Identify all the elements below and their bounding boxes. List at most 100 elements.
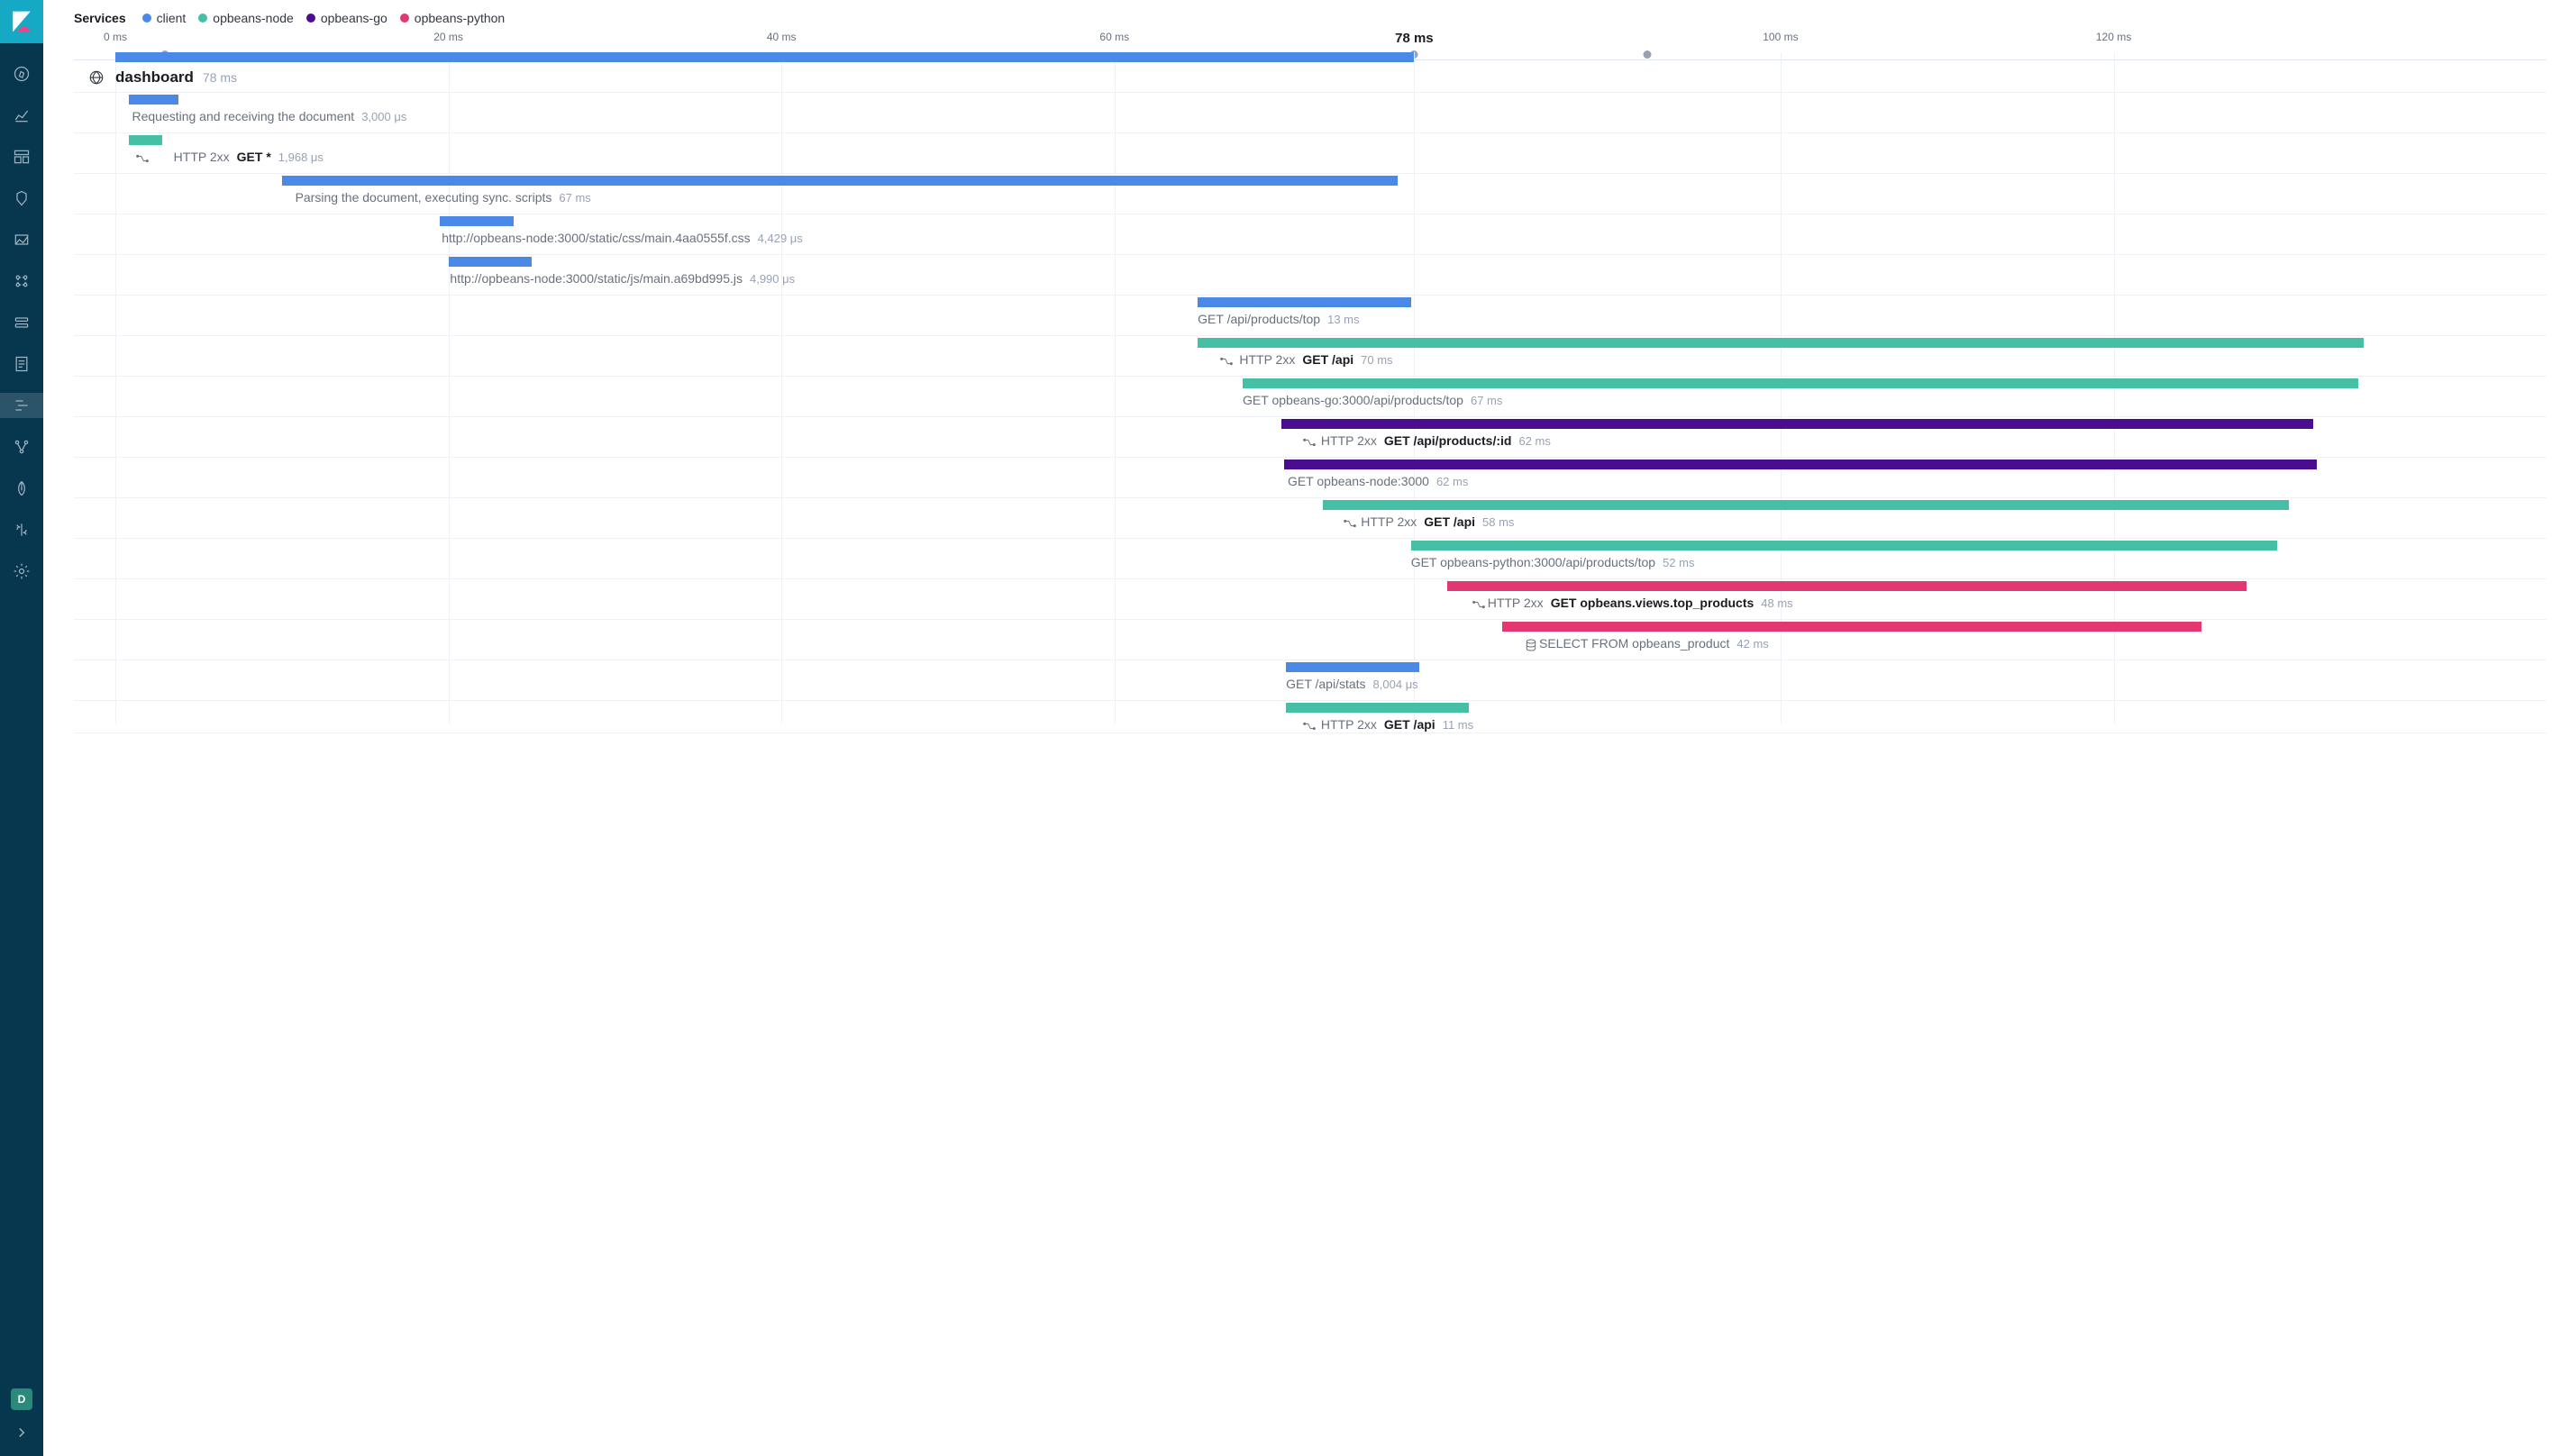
span-bar [1502, 622, 2201, 632]
legend-item-opbeans-node[interactable]: opbeans-node [198, 11, 294, 25]
span-label: Parsing the document, executing sync. sc… [296, 190, 591, 205]
span-name: GET /api [1302, 352, 1353, 367]
span-row[interactable]: HTTP 2xxGET /api11 ms [74, 701, 2547, 733]
span-label: http://opbeans-node:3000/static/css/main… [442, 231, 803, 245]
span-bar [440, 216, 513, 226]
sidebar-item-ml[interactable] [0, 268, 43, 294]
span-bar [282, 176, 1398, 186]
main-content: Services client opbeans-node opbeans-go opb… [43, 0, 2561, 769]
span-duration: 62 ms [1518, 434, 1550, 448]
span-label: HTTP 2xxGET opbeans.views.top_products48… [1488, 596, 1793, 610]
span-name: GET opbeans-node:3000 [1288, 474, 1429, 488]
transaction-title-row[interactable]: dashboard 78 ms [74, 62, 2547, 93]
sidebar-item-management[interactable] [0, 559, 43, 584]
span-bar [1447, 581, 2247, 591]
span-duration: 67 ms [559, 191, 590, 205]
span-duration: 4,990 μs [750, 272, 795, 286]
sidebar-item-maps[interactable] [0, 227, 43, 252]
globe-icon [88, 69, 105, 86]
http-status: HTTP 2xx [174, 150, 230, 164]
span-row[interactable]: HTTP 2xxGET /api58 ms [74, 498, 2547, 539]
span-bar [129, 135, 162, 145]
http-status: HTTP 2xx [1239, 352, 1295, 367]
sidebar-item-visualize[interactable] [0, 103, 43, 128]
span-label: HTTP 2xx GET * 1,968 μs [174, 150, 324, 164]
sidebar-item-siem[interactable] [0, 476, 43, 501]
span-row[interactable]: GET opbeans-go:3000/api/products/top 67 m… [74, 377, 2547, 417]
span-label: http://opbeans-node:3000/static/js/main.… [450, 271, 795, 286]
sidebar-nav [0, 61, 43, 1388]
span-label: GET opbeans-node:300062 ms [1288, 474, 1468, 488]
sidebar-item-devtools[interactable] [0, 517, 43, 542]
span-name: http://opbeans-node:3000/static/css/main… [442, 231, 750, 245]
transaction-duration: 78 ms [203, 70, 237, 85]
span-label: HTTP 2xxGET /api11 ms [1321, 717, 1473, 732]
waterfall: dashboard 78 ms Requesting and receiving… [74, 62, 2547, 733]
span-row[interactable]: Parsing the document, executing sync. sc… [74, 174, 2547, 214]
span-label: GET /api/products/top13 ms [1198, 312, 1359, 326]
span-row[interactable]: GET opbeans-python:3000/api/products/top… [74, 539, 2547, 579]
span-row[interactable]: Requesting and receiving the document 3,0… [74, 93, 2547, 133]
span-name: GET /api/products/:id [1384, 433, 1512, 448]
span-name: GET /api [1384, 717, 1435, 732]
sidebar-item-logs[interactable] [0, 351, 43, 377]
legend-item-opbeans-python[interactable]: opbeans-python [400, 11, 505, 25]
sidebar: D [0, 0, 43, 1456]
sidebar-item-dashboard[interactable] [0, 144, 43, 169]
span-duration: 1,968 μs [278, 150, 324, 164]
sidebar-item-apm[interactable] [0, 393, 43, 418]
sidebar-item-canvas[interactable] [0, 186, 43, 211]
span-name: SELECT FROM opbeans_product [1539, 636, 1729, 651]
legend-text: opbeans-node [213, 11, 294, 25]
span-bar [449, 257, 532, 267]
span-bar [1286, 703, 1469, 713]
span-duration: 42 ms [1736, 637, 1768, 651]
timeline: 0 ms20 ms40 ms60 ms78 ms100 ms120 ms das… [74, 31, 2547, 733]
span-row[interactable]: GET opbeans-node:300062 ms [74, 458, 2547, 498]
span-duration: 58 ms [1482, 515, 1514, 529]
legend-label: Services [74, 11, 126, 25]
axis-tick: 40 ms [767, 31, 797, 43]
span-bar [1286, 662, 1419, 672]
span-name: http://opbeans-node:3000/static/js/main.… [450, 271, 743, 286]
span-row[interactable]: HTTP 2xxGET opbeans.views.top_products48… [74, 579, 2547, 620]
kibana-logo[interactable] [0, 0, 43, 43]
http-status: HTTP 2xx [1321, 717, 1377, 732]
user-avatar[interactable]: D [11, 1388, 32, 1410]
span-row[interactable]: GET /api/products/top13 ms [74, 296, 2547, 336]
span-bar [1323, 500, 2289, 510]
span-name: GET /api/stats [1286, 677, 1365, 691]
span-name: GET opbeans-go:3000/api/products/top [1243, 393, 1463, 407]
span-row[interactable]: GET /api/stats8,004 μs [74, 660, 2547, 701]
span-name: GET * [237, 150, 271, 164]
sidebar-item-uptime[interactable] [0, 434, 43, 460]
sidebar-expand-button[interactable] [14, 1424, 30, 1445]
span-label: SELECT FROM opbeans_product 42 ms [1539, 636, 1769, 651]
span-row[interactable]: http://opbeans-node:3000/static/css/main… [74, 214, 2547, 255]
legend-item-opbeans-go[interactable]: opbeans-go [306, 11, 387, 25]
span-row[interactable]: http://opbeans-node:3000/static/js/main.… [74, 255, 2547, 296]
span-row[interactable]: HTTP 2xx GET * 1,968 μs [74, 133, 2547, 174]
legend-dot [142, 14, 151, 23]
axis-tick: 78 ms [1395, 31, 1434, 46]
sidebar-item-discover[interactable] [0, 61, 43, 86]
span-row[interactable]: HTTP 2xx GET /api/products/:id 62 ms [74, 417, 2547, 458]
span-row[interactable]: HTTP 2xxGET /api70 ms [74, 336, 2547, 377]
span-row[interactable]: SELECT FROM opbeans_product 42 ms [74, 620, 2547, 660]
span-duration: 52 ms [1663, 556, 1694, 569]
span-duration: 4,429 μs [758, 232, 803, 245]
http-status: HTTP 2xx [1321, 433, 1377, 448]
span-label: HTTP 2xxGET /api70 ms [1239, 352, 1392, 367]
legend-item-client[interactable]: client [142, 11, 187, 25]
span-name: Requesting and receiving the document [132, 109, 354, 123]
axis-tick: 20 ms [433, 31, 463, 43]
axis-tick: 100 ms [1763, 31, 1798, 43]
span-duration: 67 ms [1471, 394, 1502, 407]
span-bar [1411, 541, 2277, 551]
span-bar [1198, 338, 2364, 348]
axis-tick: 120 ms [2096, 31, 2131, 43]
sidebar-item-infrastructure[interactable] [0, 310, 43, 335]
span-duration: 3,000 μs [361, 110, 406, 123]
span-duration: 13 ms [1327, 313, 1359, 326]
legend-dot [400, 14, 409, 23]
